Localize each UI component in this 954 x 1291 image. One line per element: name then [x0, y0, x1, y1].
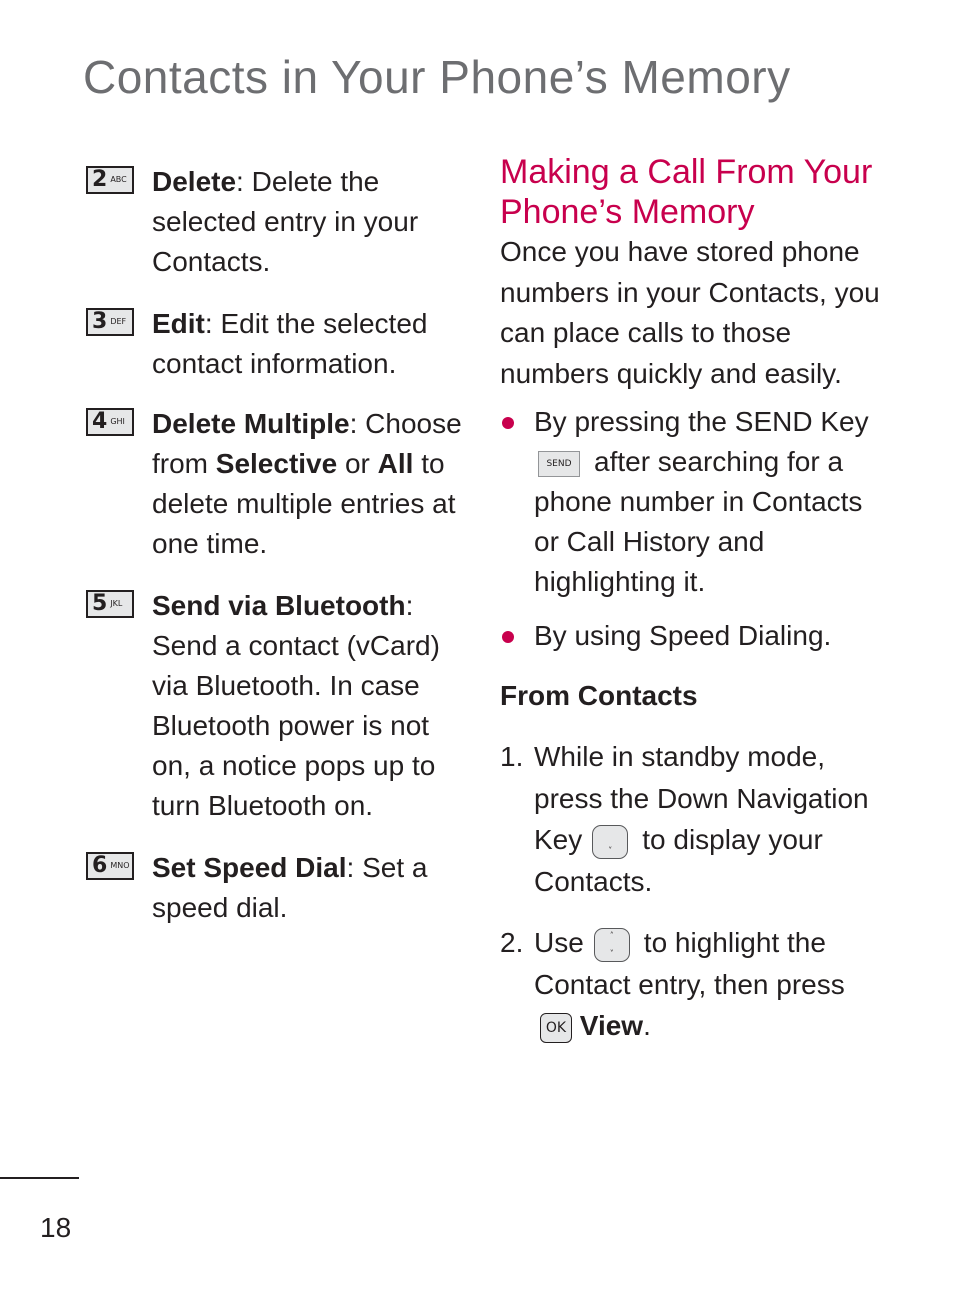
key-5-icon: 5 JKL: [86, 590, 134, 618]
menu-item-label: Delete Multiple: [152, 408, 350, 439]
menu-item-delete-multiple: 4 GHI Delete Multiple: Choose from Select…: [86, 404, 466, 564]
bullet-dot-icon: [502, 417, 514, 429]
menu-item-label: Set Speed Dial: [152, 852, 347, 883]
up-down-navigation-key-icon: ˄ ˅: [593, 927, 630, 962]
key-3-icon: 3 DEF: [86, 308, 134, 336]
step-item: 2. Use ˄ ˅ to highlight the Contact entry, …: [500, 927, 845, 1043]
bullet-item: By pressing the SEND Key SEND after search…: [500, 402, 890, 602]
ok-key-icon: OK: [540, 1012, 572, 1043]
menu-item-edit: 3 DEF Edit: Edit the selected contact inf…: [86, 304, 466, 384]
menu-item-set-speed-dial: 6 MNO Set Speed Dial: Set a speed dial.: [86, 848, 466, 928]
section-intro: Once you have stored phone numbers in yo…: [500, 236, 880, 389]
menu-item-delete: 2 ABC Delete: Delete the selected entry i…: [86, 162, 466, 282]
subheading-from-contacts: From Contacts: [500, 680, 698, 711]
menu-item-label: Send via Bluetooth: [152, 590, 406, 621]
key-6-icon: 6 MNO: [86, 852, 134, 880]
menu-item-desc: Send a contact (vCard) via Bluetooth. In…: [152, 630, 440, 821]
option-selective: Selective: [215, 448, 338, 479]
menu-item-label: Edit: [152, 308, 205, 339]
step-item: 1. While in standby mode, press the Down…: [500, 741, 869, 897]
view-action: View: [579, 1010, 644, 1041]
page-title: Contacts in Your Phone’s Memory: [83, 51, 791, 103]
option-all: All: [377, 448, 414, 479]
footer-rule: [0, 1177, 79, 1179]
section-heading: Making a Call From Your Phone’s Memory: [500, 153, 873, 231]
key-2-icon: 2 ABC: [86, 166, 134, 194]
send-key-icon: SEND: [538, 450, 580, 477]
menu-item-send-via-bluetooth: 5 JKL Send via Bluetooth: Send a contact …: [86, 586, 466, 826]
making-a-call-section: Making a Call From Your Phone’s Memory O…: [500, 152, 890, 1067]
key-4-icon: 4 GHI: [86, 408, 134, 436]
down-navigation-key-icon: ˅: [592, 824, 629, 859]
menu-item-label: Delete: [152, 166, 237, 197]
bullet-list: By pressing the SEND Key SEND after search…: [500, 402, 890, 656]
bullet-item: By using Speed Dialing.: [500, 616, 890, 656]
page-number: 18: [40, 1212, 72, 1243]
steps-list: 1. While in standby mode, press the Down…: [500, 736, 890, 1047]
menu-options-list: 2 ABC Delete: Delete the selected entry i…: [86, 162, 466, 934]
bullet-dot-icon: [502, 631, 514, 643]
